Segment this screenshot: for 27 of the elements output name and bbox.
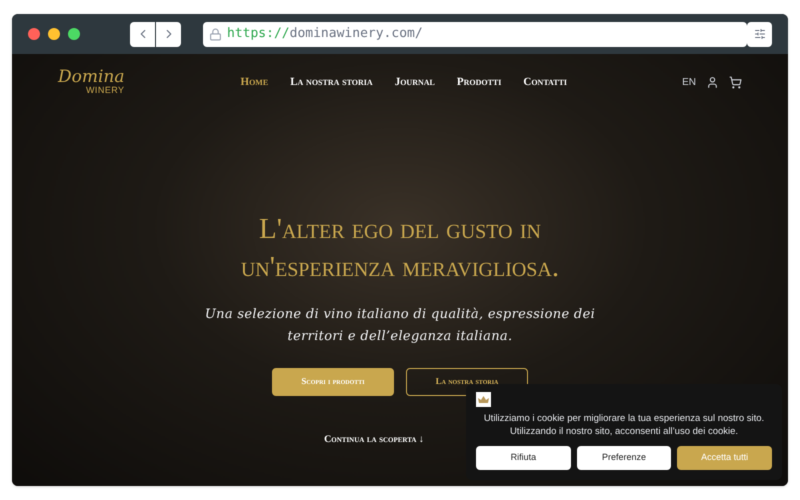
lock-icon <box>209 28 222 40</box>
logo-subtitle: WINERY <box>86 86 125 95</box>
url-text: https://dominawinery.com/ <box>227 25 423 44</box>
forward-button[interactable] <box>156 22 181 46</box>
scroll-link[interactable]: Continua la scoperta ↓ <box>324 432 424 447</box>
logo-script[interactable]: Domina <box>58 69 125 86</box>
back-button[interactable] <box>130 22 155 46</box>
nav-link[interactable]: Journal <box>394 74 435 90</box>
hero-subtitle: Una selezione di vino italiano di qualità, espressione dei territori e dell’eleganza italiana. <box>204 306 596 346</box>
cart-icon[interactable] <box>729 76 742 88</box>
cookie-button[interactable]: Preferenze <box>576 446 672 470</box>
crown-icon <box>476 392 491 407</box>
settings-button[interactable] <box>747 22 772 46</box>
account-icon[interactable] <box>706 76 719 88</box>
hero-heading: L'alter ego del gusto in un'esperienza meravigliosa. <box>240 212 560 285</box>
minimize-icon[interactable] <box>48 28 60 40</box>
sliders-icon <box>754 28 766 40</box>
address-bar[interactable]: https://dominawinery.com/ <box>203 22 747 46</box>
nav-link[interactable]: Prodotti <box>456 74 502 90</box>
maximize-icon[interactable] <box>68 28 80 40</box>
nav-link[interactable]: Home <box>240 74 268 90</box>
close-icon[interactable] <box>28 28 40 40</box>
nav-link[interactable]: La nostra storia <box>290 74 373 90</box>
cookie-message: Utilizziamo i cookie per migliorare la tua esperienza sul nostro sito. Utilizzando il nostro sito, acconsenti all’uso dei cookie. <box>482 412 766 438</box>
cookie-button[interactable]: Rifiuta <box>476 446 571 470</box>
language-link[interactable]: EN <box>682 74 696 90</box>
nav-link[interactable]: Contatti <box>523 74 568 90</box>
